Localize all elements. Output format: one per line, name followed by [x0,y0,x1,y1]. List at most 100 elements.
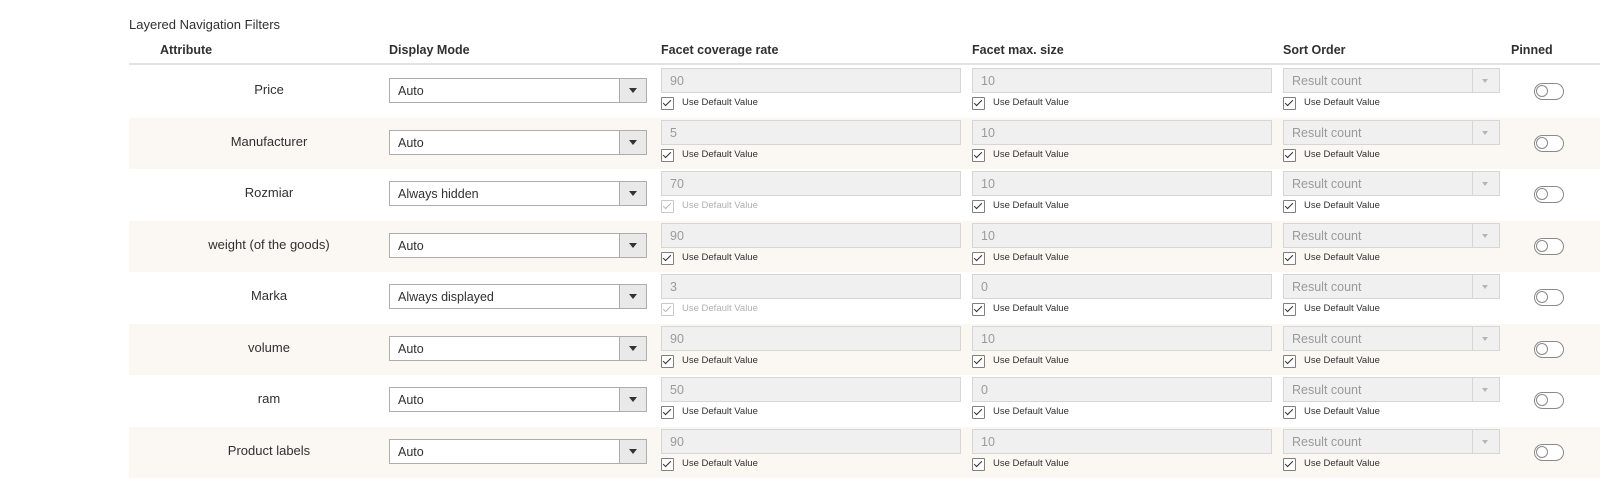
display-mode-dropdown-toggle[interactable] [619,233,646,257]
checkbox-checked-icon [661,148,674,162]
display-mode-select[interactable]: Auto [389,78,647,103]
sort-order-select: Result count [1283,119,1500,145]
sort-order-dropdown-toggle [1472,69,1499,92]
checkbox-checked-icon [661,457,674,471]
table-row: Manufacturer Auto 5 Use Default Value 10 Use … [129,117,1600,169]
facet-coverage-rate-input: 90 [661,428,961,454]
attribute-label: Rozmiar [244,185,294,200]
chevron-down-icon [1482,233,1488,238]
display-mode-select[interactable]: Always hidden [389,181,647,206]
sort-order-dropdown-toggle [1472,275,1499,298]
sort-order-value: Result count [1292,125,1362,140]
checkbox-checked-icon [972,406,985,419]
chevron-down-icon [629,397,637,402]
pinned-toggle[interactable] [1534,134,1564,152]
use-default-label: Use Default Value [1304,97,1380,108]
table-row: volume Auto 90 Use Default Value 10 Use Defau… [129,323,1600,375]
display-mode-dropdown-toggle[interactable] [619,439,646,463]
facet-max-size-input: 10 [972,68,1272,93]
facet-max-size-value: 10 [981,331,995,346]
sort-order-select: Result count [1283,274,1500,299]
checkbox-checked-icon [1283,148,1296,162]
toggle-knob [1536,136,1548,149]
checkbox-checked-icon [661,354,674,368]
sort-order-select: Result count [1283,171,1500,196]
sort-order-dropdown-toggle [1472,326,1499,350]
facet-coverage-rate-value: 90 [670,228,684,243]
column-header-display-mode: Display Mode [389,43,470,57]
display-mode-select[interactable]: Auto [389,387,647,412]
use-default-label: Use Default Value [1304,148,1380,160]
facet-coverage-rate-value: 70 [670,177,684,191]
facet-coverage-rate-input: 90 [661,325,961,351]
sort-order-select: Result count [1283,68,1500,93]
table-row: Rozmiar Always hidden 70 Use Default Value 1… [129,169,1600,220]
display-mode-dropdown-toggle[interactable] [619,388,646,411]
checkbox-checked-icon [1283,354,1296,368]
sort-order-select: Result count [1283,325,1500,351]
sort-order-select: Result count [1283,222,1500,248]
toggle-knob [1536,394,1548,406]
checkbox-checked-icon [1283,303,1296,316]
use-default-label: Use Default Value [682,148,758,160]
chevron-down-icon [1482,336,1488,341]
use-default-label: Use Default Value [1304,457,1380,469]
facet-coverage-rate-value: 90 [670,434,684,449]
checkbox-checked-icon [1283,97,1296,110]
facet-max-size-value: 10 [981,228,995,243]
display-mode-select[interactable]: Auto [389,438,647,464]
pinned-toggle[interactable] [1534,83,1564,100]
pinned-toggle[interactable] [1534,443,1564,461]
facet-coverage-rate-input: 5 [661,119,961,145]
facet-coverage-rate-input: 90 [661,222,961,248]
chevron-down-icon [1482,285,1488,289]
facet-coverage-rate-input: 3 [661,274,961,299]
pinned-toggle[interactable] [1534,237,1564,255]
facet-max-size-input: 0 [972,377,1272,402]
toggle-knob [1536,85,1548,97]
facet-max-size-value: 10 [981,177,995,191]
checkbox-checked-icon [972,148,985,162]
column-header-attribute: Attribute [160,43,213,57]
facet-coverage-rate-value: 5 [670,125,677,140]
facet-max-size-value: 0 [981,280,988,294]
display-mode-value: Auto [398,238,424,253]
display-mode-value: Auto [398,341,424,356]
checkbox-checked-icon [1283,251,1296,265]
use-default-label: Use Default Value [1304,251,1380,263]
display-mode-dropdown-toggle[interactable] [619,285,646,308]
pinned-toggle[interactable] [1534,392,1564,409]
pinned-toggle[interactable] [1534,340,1564,358]
use-default-label: Use Default Value [682,406,758,417]
sort-order-dropdown-toggle [1472,120,1499,144]
display-mode-dropdown-toggle[interactable] [619,336,646,360]
display-mode-select[interactable]: Auto [389,232,647,258]
facet-max-size-input: 10 [972,119,1272,145]
checkbox-checked-icon [1283,457,1296,471]
pinned-toggle[interactable] [1534,186,1564,203]
facet-max-size-input: 0 [972,274,1272,299]
facet-coverage-rate-value: 3 [670,280,677,294]
section-title: Layered Navigation Filters [129,17,281,32]
display-mode-select[interactable]: Auto [389,335,647,361]
facet-max-size-value: 10 [981,434,995,449]
attribute-label: ram [257,391,281,406]
header-divider [129,63,1600,65]
chevron-down-icon [1482,130,1488,135]
display-mode-value: Always hidden [398,187,479,201]
display-mode-select[interactable]: Auto [389,129,647,155]
toggle-knob [1536,188,1548,200]
use-default-label: Use Default Value [682,457,758,469]
checkbox-checked-icon [972,200,985,213]
display-mode-value: Auto [398,393,424,407]
display-mode-select[interactable]: Always displayed [389,284,647,309]
chevron-down-icon [629,345,637,351]
display-mode-dropdown-toggle[interactable] [619,79,646,102]
display-mode-dropdown-toggle[interactable] [619,130,646,154]
facet-max-size-value: 10 [981,74,995,88]
sort-order-value: Result count [1292,434,1362,449]
attribute-label: volume [248,339,290,355]
sort-order-dropdown-toggle [1472,429,1499,453]
pinned-toggle[interactable] [1534,289,1564,306]
display-mode-dropdown-toggle[interactable] [619,182,646,205]
